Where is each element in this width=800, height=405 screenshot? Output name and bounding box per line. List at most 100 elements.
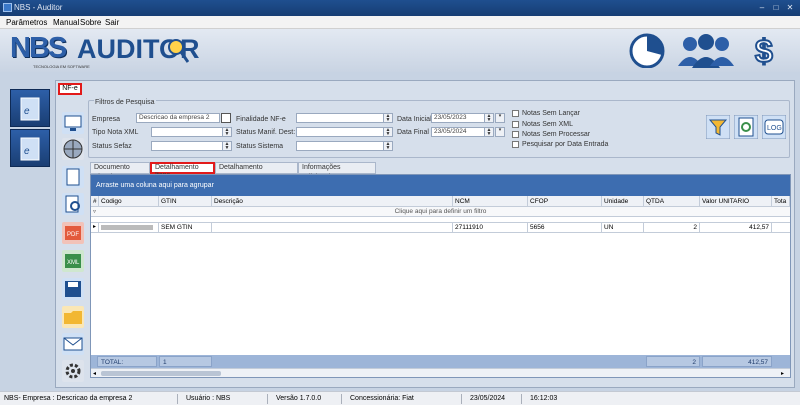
finalidade-dropdown[interactable]: ▲ ▼	[383, 113, 393, 123]
nbs-logo: NBS	[10, 32, 67, 64]
status-sefaz-dropdown[interactable]: ▲ ▼	[222, 141, 232, 151]
edit-empresa-icon[interactable]	[221, 113, 231, 123]
log-icon[interactable]: LOG	[762, 115, 786, 139]
data-inicial-calendar[interactable]: ▾	[495, 113, 505, 123]
svg-text:e: e	[24, 146, 30, 157]
tab-informacoes-adicionais[interactable]: Informações Adicionais	[298, 162, 376, 181]
scrollbar-thumb[interactable]	[101, 371, 221, 376]
cell-ncm[interactable]: 27111910	[453, 223, 528, 232]
globe-button[interactable]	[62, 138, 84, 160]
monitor-icon	[64, 115, 82, 131]
cell-valor-unitario[interactable]: 412,57	[700, 223, 772, 232]
cell-qtda[interactable]: 2	[644, 223, 700, 232]
menu-bar: Parâmetros Manual Sobre Sair	[0, 16, 800, 29]
column-cfop[interactable]: CFOP	[528, 196, 602, 207]
total-label: TOTAL:	[97, 356, 157, 367]
tipo-nota-field[interactable]	[151, 127, 223, 137]
menu-manual[interactable]: Manual	[53, 18, 79, 27]
data-inicial-spinner[interactable]: ▲ ▼	[484, 113, 494, 123]
empresa-field[interactable]: Descricao da empresa 2	[136, 113, 220, 123]
data-final-label: Data Final	[397, 129, 429, 136]
cell-unidade[interactable]: UN	[602, 223, 644, 232]
group-by-area[interactable]: Arraste uma coluna aqui para agrupar	[91, 175, 790, 196]
pdf-icon: PDF	[65, 226, 81, 240]
data-final-spinner[interactable]: ▲ ▼	[484, 127, 494, 137]
status-manif-label: Status Manif. Dest:	[236, 129, 296, 136]
magnifier-icon	[168, 39, 189, 63]
column-ncm[interactable]: NCM	[453, 196, 528, 207]
column-codigo[interactable]: Codigo	[99, 196, 159, 207]
checkbox-notas-sem-processar[interactable]	[512, 131, 519, 138]
status-sefaz-label: Status Sefaz	[92, 143, 132, 150]
tab-detalhamento-pagamento[interactable]: Detalhamento Pagamento	[215, 162, 298, 181]
save-button[interactable]	[62, 278, 84, 300]
tab-nfe[interactable]: NF-e	[58, 83, 82, 95]
svg-text:XML: XML	[67, 260, 80, 266]
nfe-action-button[interactable]	[62, 166, 84, 188]
svg-text:LOG: LOG	[767, 125, 782, 132]
table-row[interactable]: ▸ SEM GTIN 27111910 5656 UN 2 412,57	[91, 222, 790, 233]
search-document-button[interactable]	[62, 193, 84, 215]
tab-documento-fiscais[interactable]: Documento Fiscais	[90, 162, 150, 181]
open-folder-button[interactable]	[62, 306, 84, 328]
cell-gtin[interactable]: SEM GTIN	[159, 223, 212, 232]
total-valor: 412,57	[702, 356, 772, 367]
floppy-disk-icon	[65, 281, 81, 297]
finalidade-field[interactable]	[296, 113, 384, 123]
menu-parametros[interactable]: Parâmetros	[6, 18, 47, 27]
tipo-nota-dropdown[interactable]: ▲ ▼	[222, 127, 232, 137]
xml-icon: XML	[65, 254, 81, 268]
notas-sem-processar-label: Notas Sem Processar	[522, 131, 591, 138]
pdf-button[interactable]: PDF	[62, 222, 84, 244]
report-icon[interactable]	[734, 115, 758, 139]
status-hora: 16:12:03	[530, 395, 558, 402]
data-inicial-label: Data Inicial	[397, 116, 432, 123]
column-descricao[interactable]: Descrição	[212, 196, 453, 207]
status-sefaz-field[interactable]	[151, 141, 223, 151]
column-total[interactable]: Tota	[772, 196, 790, 207]
status-sistema-dropdown[interactable]: ▲ ▼	[383, 141, 393, 151]
status-empresa: NBS- Empresa : Descricao da empresa 2	[0, 394, 178, 404]
menu-sair[interactable]: Sair	[105, 18, 119, 27]
cell-cfop[interactable]: 5656	[528, 223, 602, 232]
column-header-row: # Codigo GTIN Descrição NCM CFOP Unidade…	[91, 196, 790, 207]
checkbox-notas-sem-xml[interactable]	[512, 121, 519, 128]
tab-detalhamento-itens[interactable]: Detalhamento Itens	[150, 162, 215, 179]
xml-button[interactable]: XML	[62, 250, 84, 272]
data-final-field[interactable]: 23/05/2024	[431, 127, 485, 137]
checkbox-pesquisar-data-entrada[interactable]	[512, 141, 519, 148]
scroll-left-icon[interactable]: ◂	[93, 370, 96, 377]
data-inicial-field[interactable]: 23/05/2023	[431, 113, 485, 123]
column-gtin[interactable]: GTIN	[159, 196, 212, 207]
close-button[interactable]: ✕	[785, 3, 795, 13]
maximize-button[interactable]: □	[771, 3, 781, 13]
status-data: 23/05/2024	[466, 394, 522, 404]
filter-icon[interactable]	[706, 115, 730, 139]
column-unidade[interactable]: Unidade	[602, 196, 644, 207]
horizontal-scrollbar[interactable]: ◂ ▸	[91, 368, 790, 377]
svg-text:$: $	[755, 33, 773, 68]
menu-sobre[interactable]: Sobre	[80, 18, 101, 27]
nfe-module-tile[interactable]: e	[10, 89, 50, 127]
pie-chart-icon[interactable]	[628, 32, 666, 68]
dollar-icon[interactable]: $	[752, 32, 782, 68]
status-manif-dropdown[interactable]: ▲ ▼	[383, 127, 393, 137]
status-manif-field[interactable]	[296, 127, 384, 137]
checkbox-notas-sem-lancar[interactable]	[512, 110, 519, 117]
data-final-calendar[interactable]: ▾	[495, 127, 505, 137]
filter-row[interactable]: ▿ Clique aqui para definir um filtro	[91, 207, 790, 217]
scroll-right-icon[interactable]: ▸	[781, 370, 784, 377]
pesquisar-data-entrada-label: Pesquisar por Data Entrada	[522, 141, 609, 148]
email-button[interactable]	[62, 333, 84, 355]
cell-codigo[interactable]	[99, 223, 159, 232]
total-row: TOTAL: 1 2 412,57	[91, 355, 790, 368]
users-icon[interactable]	[676, 32, 736, 68]
minimize-button[interactable]: –	[757, 3, 767, 13]
status-sistema-field[interactable]	[296, 141, 384, 151]
cell-descricao[interactable]	[212, 223, 453, 232]
monitor-button[interactable]	[62, 112, 84, 134]
settings-button[interactable]	[62, 360, 84, 382]
cte-module-tile[interactable]: e	[10, 129, 50, 167]
column-valor-unitario[interactable]: Valor UNITARIO	[700, 196, 772, 207]
column-qtda[interactable]: QTDA	[644, 196, 700, 207]
